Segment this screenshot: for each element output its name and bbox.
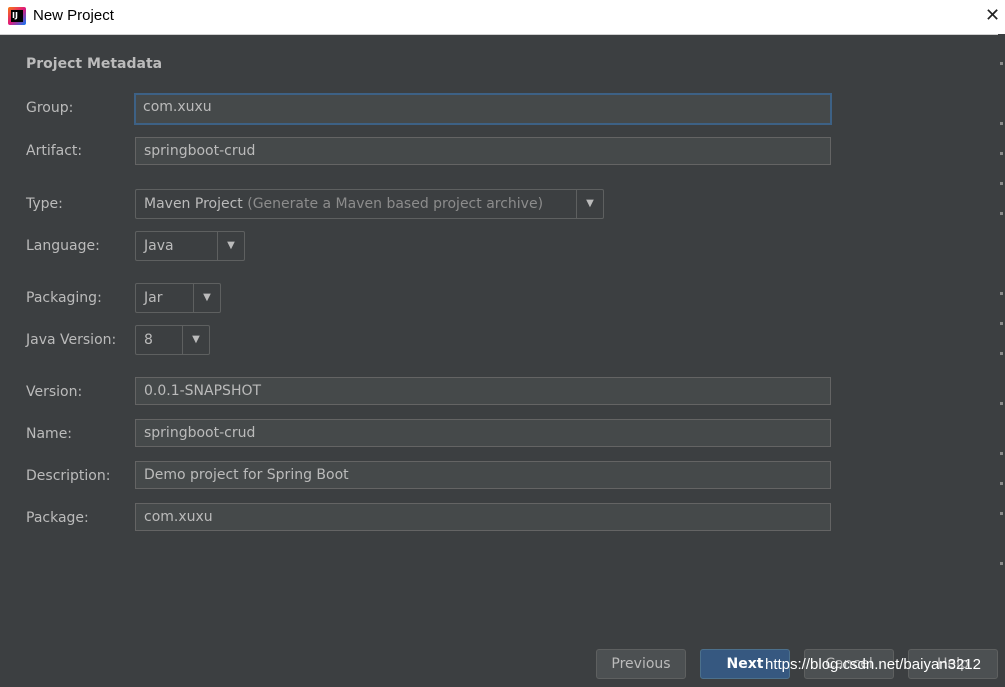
packaging-select[interactable]: Jar ▼: [135, 283, 221, 313]
language-select-value: Java: [144, 238, 174, 254]
type-select-value: Maven Project: [144, 196, 243, 212]
description-field[interactable]: Demo project for Spring Boot: [135, 461, 831, 489]
type-select-hint: (Generate a Maven based project archive): [247, 196, 544, 212]
chevron-down-icon[interactable]: ▼: [218, 232, 244, 260]
artifact-label: Artifact:: [26, 143, 83, 159]
name-field[interactable]: springboot-crud: [135, 419, 831, 447]
type-label: Type:: [26, 196, 63, 212]
title-bar: IJ New Project ✕: [0, 0, 1005, 35]
java-version-select[interactable]: 8 ▼: [135, 325, 210, 355]
chevron-down-icon[interactable]: ▼: [577, 190, 603, 218]
right-edge: [998, 34, 1005, 687]
version-field[interactable]: 0.0.1-SNAPSHOT: [135, 377, 831, 405]
group-label: Group:: [26, 100, 74, 116]
section-title: Project Metadata: [26, 56, 163, 72]
previous-button[interactable]: Previous: [596, 649, 686, 679]
language-select[interactable]: Java ▼: [135, 231, 245, 261]
close-icon[interactable]: ✕: [985, 5, 1000, 26]
package-label: Package:: [26, 510, 89, 526]
java-version-label: Java Version:: [26, 332, 117, 348]
intellij-idea-icon: IJ: [8, 7, 26, 25]
language-label: Language:: [26, 238, 100, 254]
packaging-select-value: Jar: [144, 290, 163, 306]
watermark: https://blog.csdn.net/baiyan3212: [765, 656, 981, 673]
name-label: Name:: [26, 426, 73, 442]
type-select[interactable]: Maven Project (Generate a Maven based pr…: [135, 189, 604, 219]
chevron-down-icon[interactable]: ▼: [194, 284, 220, 312]
version-label: Version:: [26, 384, 83, 400]
artifact-field[interactable]: springboot-crud: [135, 137, 831, 165]
packaging-label: Packaging:: [26, 290, 102, 306]
java-version-select-value: 8: [144, 332, 153, 348]
window-title: New Project: [33, 7, 114, 24]
package-field[interactable]: com.xuxu: [135, 503, 831, 531]
group-field[interactable]: com.xuxu: [134, 93, 832, 125]
chevron-down-icon[interactable]: ▼: [183, 326, 209, 354]
description-label: Description:: [26, 468, 111, 484]
